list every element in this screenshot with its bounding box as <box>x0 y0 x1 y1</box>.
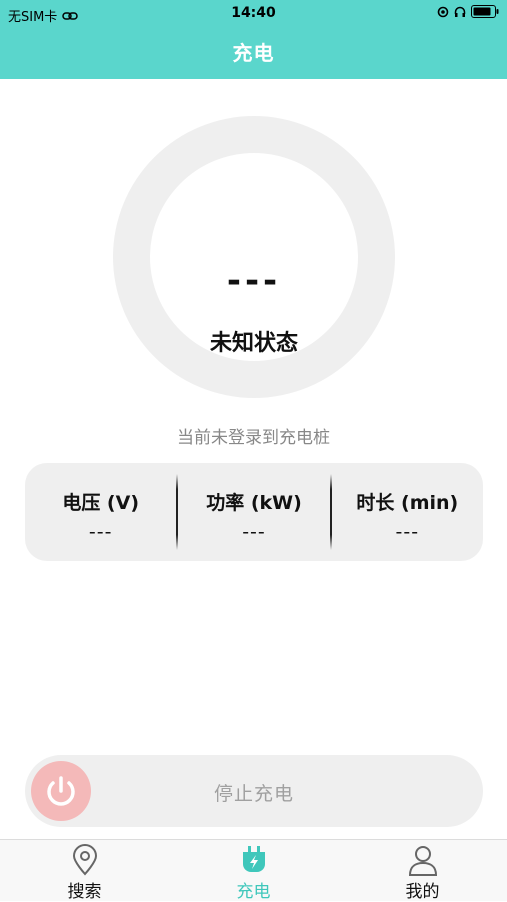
stop-charging-label: 停止充电 <box>213 783 294 805</box>
metric-value: --- <box>395 521 420 543</box>
gauge-center: --- 未知状态 <box>150 153 358 361</box>
headphones-icon <box>454 6 466 17</box>
page-title: 充电 <box>232 41 275 65</box>
tab-search[interactable]: 搜索 <box>0 840 169 902</box>
metric-label: 功率 (kW) <box>206 492 302 514</box>
tab-label: 我的 <box>405 882 440 902</box>
metric-voltage: 电压 (V) --- <box>25 463 176 561</box>
orientation-lock-icon <box>437 6 449 17</box>
status-right <box>437 5 499 18</box>
battery-icon <box>471 5 499 18</box>
charge-gauge: --- 未知状态 <box>113 116 395 398</box>
status-bar: 无SIM卡 14:40 <box>0 0 507 28</box>
metric-power: 功率 (kW) --- <box>178 463 329 561</box>
top-bar: 无SIM卡 14:40 充电 <box>0 0 507 79</box>
metric-value: --- <box>242 521 266 543</box>
gauge-value: --- <box>226 261 282 301</box>
tab-label: 充电 <box>236 882 271 902</box>
metric-label: 电压 (V) <box>62 492 139 514</box>
charging-plug-icon <box>242 846 265 872</box>
location-pin-icon <box>72 844 97 876</box>
metric-duration: 时长 (min) --- <box>332 463 483 561</box>
tab-label: 搜索 <box>67 882 102 902</box>
metric-label: 时长 (min) <box>356 492 459 514</box>
stop-charging-slider[interactable]: 停止充电 <box>25 755 483 827</box>
tab-mine[interactable]: 我的 <box>338 840 507 902</box>
tab-charge[interactable]: 充电 <box>169 840 338 902</box>
user-icon <box>408 846 437 876</box>
gauge-state: 未知状态 <box>209 331 298 356</box>
tab-bar: 搜索 充电 我的 <box>0 839 507 902</box>
metrics-panel: 电压 (V) --- 功率 (kW) --- 时长 (min) --- <box>25 463 483 561</box>
metric-value: --- <box>88 521 113 543</box>
status-time: 14:40 <box>231 5 276 21</box>
login-tip: 当前未登录到充电桩 <box>177 428 330 448</box>
